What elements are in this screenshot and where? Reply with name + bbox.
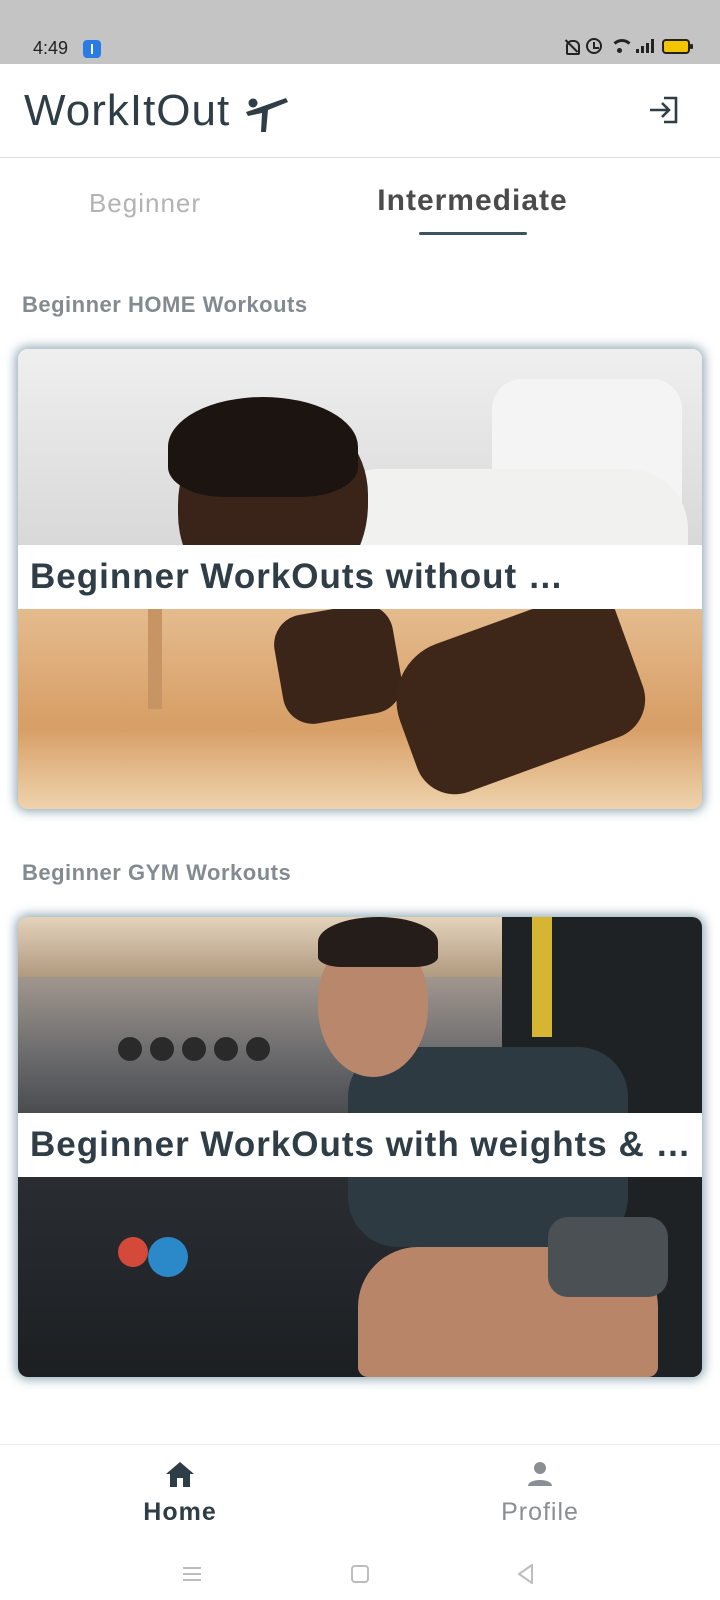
bottom-nav: Home Profile [0,1444,720,1548]
tab-intermediate[interactable]: Intermediate [355,184,590,218]
home-icon [166,1462,194,1487]
app-bar: WorkItOut [0,64,720,158]
nav-profile-label: Profile [501,1498,579,1526]
login-arrow-icon[interactable] [646,92,682,128]
home-square-icon[interactable] [346,1560,374,1588]
person-icon [528,1462,552,1486]
section-heading-gym: Beginner GYM Workouts [22,860,292,885]
card-title: Beginner WorkOuts with weights & … [18,1113,702,1177]
system-nav-bar [0,1548,720,1600]
back-triangle-icon[interactable] [512,1560,540,1588]
tab-indicator [419,232,527,235]
status-time: 4:49 [33,38,69,58]
alarm-icon [586,38,602,54]
martial-arts-kick-icon [246,98,288,132]
nav-home-label: Home [143,1498,217,1526]
menu-icon[interactable] [178,1560,206,1588]
nav-profile[interactable]: Profile [460,1459,620,1527]
wifi-icon [610,39,634,53]
app-title: WorkItOut [24,86,231,135]
nav-home[interactable]: Home [100,1459,260,1527]
app-notification-icon [83,40,101,58]
level-tabs: Beginner Intermediate [0,160,720,244]
section-heading-home: Beginner HOME Workouts [22,292,308,317]
battery-icon [662,38,693,54]
status-bar: 4:49 [0,0,720,64]
workout-card-gym[interactable]: Beginner WorkOuts with weights & … [18,917,702,1377]
signal-icon [636,39,654,53]
bell-off-icon [564,38,580,55]
tab-beginner[interactable]: Beginner [60,188,230,219]
status-icons [564,38,693,55]
workout-card-home[interactable]: Beginner WorkOuts without … [18,349,702,809]
card-title: Beginner WorkOuts without … [18,545,702,609]
